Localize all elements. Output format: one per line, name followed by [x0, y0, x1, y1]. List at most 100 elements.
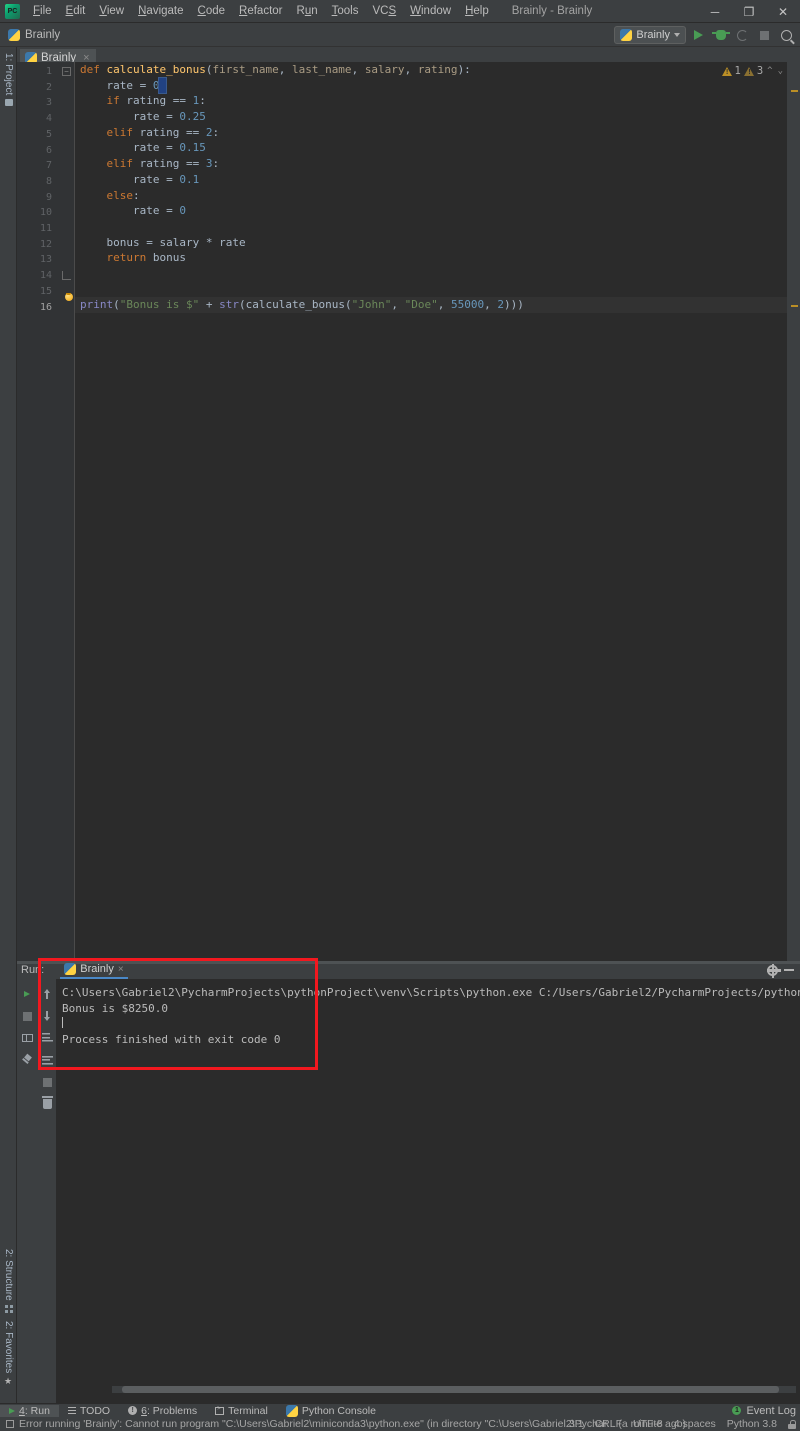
menu-code[interactable]: Code [191, 2, 233, 20]
structure-label: 2: Structure [3, 1249, 14, 1301]
menu-window[interactable]: Window [403, 2, 458, 20]
run-button[interactable] [689, 26, 708, 45]
run-configuration-selector[interactable]: Brainly [614, 26, 686, 44]
caret-position[interactable]: 3:1 [569, 1418, 584, 1430]
line-separator[interactable]: CRLF [595, 1418, 622, 1430]
close-icon[interactable]: × [118, 964, 124, 975]
maximize-button[interactable]: ❐ [732, 0, 766, 23]
pin-tab-button[interactable] [17, 1049, 37, 1071]
terminal-icon [215, 1406, 225, 1415]
run-tab-label: Brainly [80, 963, 114, 975]
fold-end-icon[interactable] [62, 271, 71, 280]
lock-icon[interactable] [788, 1419, 797, 1429]
code-line-8: rate = 0.1 [80, 172, 200, 186]
search-everywhere-button[interactable] [777, 26, 796, 45]
line-number: 6 [45, 144, 52, 156]
scroll-to-end-button[interactable] [37, 1049, 57, 1071]
sidebar-item-project[interactable]: 1: Project [0, 49, 17, 110]
menu-tools[interactable]: Tools [325, 2, 366, 20]
code-line-4: rate = 0.25 [80, 110, 206, 124]
menu-file[interactable]: File [26, 2, 59, 20]
search-icon [781, 29, 792, 41]
coverage-button[interactable] [733, 26, 752, 45]
stop-icon [760, 30, 769, 40]
tab-run[interactable]: 4: Run [0, 1404, 59, 1417]
menu-navigate[interactable]: Navigate [131, 2, 190, 20]
minimize-button[interactable]: ─ [698, 0, 732, 23]
scroll-end-icon [41, 1055, 53, 1065]
status-bar: Error running 'Brainly': Cannot run prog… [0, 1417, 800, 1431]
warning-marker [791, 90, 798, 92]
code-folding-gutter[interactable]: − [58, 62, 75, 961]
code-line-10: rate = 0 [80, 204, 186, 218]
close-button[interactable]: ✕ [766, 0, 800, 23]
breadcrumb[interactable]: Brainly [0, 28, 60, 41]
pycharm-logo-icon [5, 3, 20, 19]
line-number: 1 [45, 66, 52, 77]
rerun-button[interactable] [17, 983, 37, 1005]
line-number: 9 [45, 191, 52, 203]
event-log-label: Event Log [746, 1404, 796, 1417]
event-log-button[interactable]: Event Log [732, 1405, 796, 1417]
warning-triangle-icon [721, 66, 732, 76]
clear-all-button[interactable] [37, 1093, 57, 1115]
inspection-widget[interactable]: 1 3 ^ ⌄ [721, 65, 785, 77]
code-text-area[interactable]: def calculate_bonus(first_name, last_nam… [75, 62, 787, 961]
print-icon [42, 1077, 52, 1087]
run-panel-header-actions [766, 961, 798, 979]
python-interpreter[interactable]: Python 3.8 [727, 1418, 777, 1430]
sidebar-item-favorites[interactable]: 2: Favorites ★ [0, 1317, 17, 1391]
window-title: Brainly - Brainly [511, 5, 593, 17]
python-file-icon [8, 28, 20, 41]
run-configuration-label: Brainly [636, 29, 670, 41]
minimize-panel-icon[interactable] [784, 969, 794, 971]
tab-todo[interactable]: TODO [59, 1405, 119, 1417]
debug-button[interactable] [711, 26, 730, 45]
tab-python-console[interactable]: Python Console [277, 1404, 385, 1417]
pin-icon [22, 1055, 33, 1066]
console-horizontal-scrollbar[interactable] [112, 1386, 796, 1393]
code-line-3: if rating == 1: [106, 94, 206, 108]
chevron-up-icon[interactable]: ^ [766, 66, 773, 76]
soft-wrap-icon [41, 1033, 53, 1043]
console-output[interactable]: C:\Users\Gabriel2\PycharmProjects\python… [56, 979, 800, 1403]
settings-gear-icon[interactable] [766, 964, 781, 978]
scroll-down-button[interactable] [37, 1005, 57, 1027]
scrollbar-thumb[interactable] [122, 1386, 779, 1393]
todo-icon [67, 1406, 76, 1415]
menu-help[interactable]: Help [458, 2, 496, 20]
menu-refactor[interactable]: Refactor [232, 2, 289, 20]
problems-icon [128, 1406, 138, 1415]
print-output-button[interactable] [37, 1071, 57, 1093]
stop-process-button[interactable] [17, 1005, 37, 1027]
tab-problems[interactable]: 6: Problems [119, 1405, 206, 1417]
run-tab-brainly[interactable]: Brainly × [60, 962, 128, 979]
show-results-button[interactable] [17, 1027, 37, 1049]
menu-edit[interactable]: Edit [59, 2, 93, 20]
editor-marker-gutter[interactable] [787, 62, 800, 961]
menu-run[interactable]: Run [290, 2, 325, 20]
chevron-down-icon[interactable]: ⌄ [777, 66, 784, 76]
left-tool-stripe: 1: Project 2: Structure 2: Favorites ★ [0, 47, 17, 1403]
line-number: 14 [39, 270, 52, 282]
file-encoding[interactable]: UTF-8 [633, 1418, 663, 1430]
scroll-up-button[interactable] [37, 983, 57, 1005]
soft-wrap-button[interactable] [37, 1027, 57, 1049]
warning-marker [791, 305, 798, 307]
menu-view[interactable]: View [92, 2, 131, 20]
code-editor[interactable]: 1 2 3 4 5 6 7 8 9 10 11 12 13 14 15 16 −… [17, 62, 800, 961]
indent-setting[interactable]: 4 spaces [674, 1418, 716, 1430]
stop-button[interactable] [755, 26, 774, 45]
intention-bulb-icon[interactable] [63, 286, 74, 301]
weak-warning-count: 3 [756, 65, 764, 77]
code-line-6: rate = 0.15 [80, 141, 206, 155]
sidebar-item-structure[interactable]: 2: Structure [0, 1245, 17, 1317]
menu-vcs[interactable]: VCS [365, 2, 403, 20]
fold-collapse-icon[interactable]: − [62, 67, 71, 76]
tab-terminal[interactable]: Terminal [206, 1405, 277, 1417]
star-icon: ★ [4, 1377, 14, 1387]
line-number: 15 [39, 285, 52, 297]
line-number: 11 [39, 223, 52, 234]
notification-icon[interactable] [6, 1420, 14, 1428]
